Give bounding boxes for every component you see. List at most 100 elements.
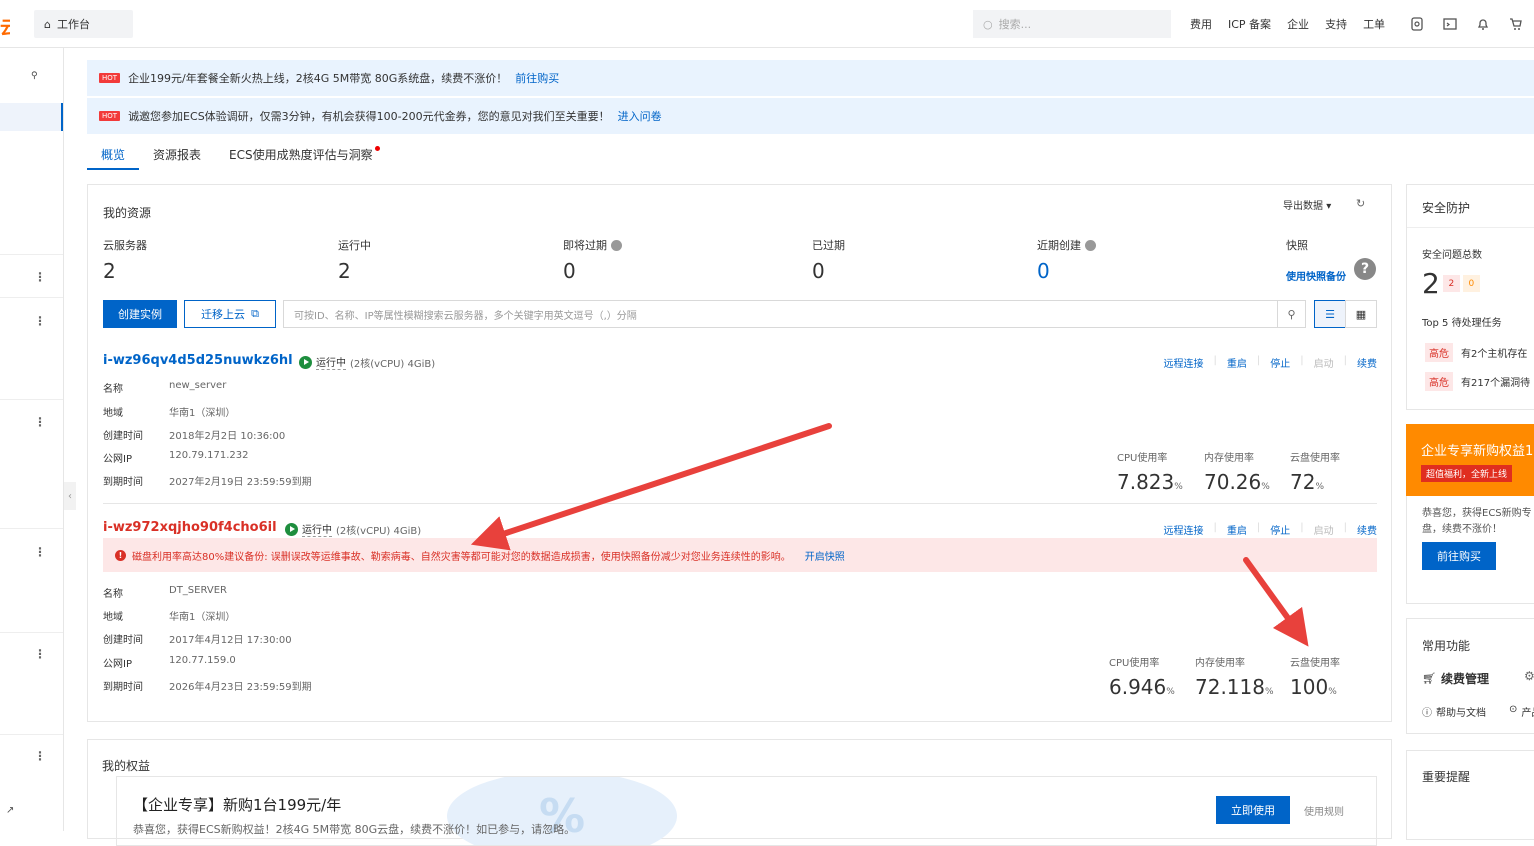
- list-view-toggle[interactable]: ☰: [1314, 300, 1346, 328]
- instance-card: i-wz96qv4d5d25nuwkz6hl 运行中 (2核(vCPU) 4Gi…: [103, 353, 1377, 494]
- common-title: 常用功能: [1422, 639, 1471, 653]
- help-docs-link[interactable]: ⓘ 帮助与文档: [1422, 704, 1486, 719]
- metric-value: 70.26: [1204, 470, 1262, 494]
- stat-expired[interactable]: 已过期 0: [812, 237, 845, 283]
- create-instance-button[interactable]: 创建实例: [103, 300, 177, 328]
- help-circle-icon[interactable]: ?: [1354, 258, 1376, 280]
- banner-link-survey[interactable]: 进入问卷: [618, 108, 662, 124]
- home-icon: ⌂: [44, 17, 51, 31]
- instance-id-link[interactable]: i-wz96qv4d5d25nuwkz6hl: [103, 353, 293, 368]
- left-sidebar: ⚲ ⋮ ⋮ ⋮ ⋮ ⋮ ⋮ ↗: [0, 48, 64, 831]
- usage-rules-link[interactable]: 使用规则: [1304, 803, 1344, 818]
- security-title: 安全防护: [1422, 201, 1471, 215]
- sidebar-search-icon[interactable]: ⚲: [31, 71, 38, 81]
- external-link-icon[interactable]: ↗: [6, 805, 14, 816]
- promo-side-desc1: 恭喜您，获得ECS新购专: [1422, 508, 1532, 519]
- stop-link[interactable]: 停止: [1270, 355, 1290, 370]
- nav-link-enterprise[interactable]: 企业: [1287, 16, 1309, 32]
- cart-icon: 🛒︎: [1422, 672, 1436, 685]
- nav-link-icp[interactable]: ICP 备案: [1228, 16, 1271, 32]
- workbench-button[interactable]: ⌂ 工作台: [34, 10, 133, 38]
- metric-value: 7.823: [1117, 470, 1175, 494]
- sidebar-more-icon[interactable]: ⋮: [34, 750, 46, 762]
- settings-icon[interactable]: ⚙: [1524, 669, 1534, 683]
- security-total[interactable]: 2 2 0: [1422, 267, 1480, 300]
- remote-connect-link[interactable]: 远程连接: [1164, 522, 1204, 537]
- tab-resource-report[interactable]: 资源报表: [139, 140, 215, 170]
- nav-link-ticket[interactable]: 工单: [1363, 16, 1385, 32]
- sidebar-divider: [0, 734, 63, 735]
- security-total-label: 安全问题总数: [1422, 250, 1482, 261]
- nav-link-support[interactable]: 支持: [1325, 16, 1347, 32]
- help-icon[interactable]: [1085, 239, 1096, 251]
- survey-banner: HOT 诚邀您参加ECS体验调研，仅需3分钟，有机会获得100-200元代金券，…: [87, 98, 1534, 134]
- stat-expiring[interactable]: 即将过期 0: [563, 237, 622, 283]
- enable-snapshot-link[interactable]: 开启快照: [805, 548, 845, 563]
- sidebar-more-icon[interactable]: ⋮: [34, 315, 46, 327]
- cart-icon[interactable]: [1507, 15, 1524, 32]
- go-buy-button[interactable]: 前往购买: [1422, 542, 1496, 570]
- metric-label: 云盘使用率: [1290, 453, 1340, 464]
- terminal-icon[interactable]: [1408, 15, 1425, 32]
- instance-filter-input[interactable]: 可按ID、名称、IP等属性模糊搜索云服务器，多个关键字用英文逗号（,）分隔: [283, 300, 1278, 328]
- field-value: 2018年2月2日 10:36:00: [169, 431, 286, 442]
- instance-id-link[interactable]: i-wz972xqjho90f4cho6il: [103, 520, 277, 535]
- nav-link-billing[interactable]: 费用: [1190, 16, 1212, 32]
- restart-link[interactable]: 重启: [1227, 355, 1247, 370]
- renew-link[interactable]: 续费: [1357, 355, 1377, 370]
- task-text: 有2个主机存在: [1461, 349, 1528, 360]
- field-key: 地域: [103, 612, 123, 623]
- task-row[interactable]: 高危 有217个漏洞待: [1425, 372, 1530, 391]
- remote-connect-link[interactable]: 远程连接: [1164, 355, 1204, 370]
- stat-servers[interactable]: 云服务器 2: [103, 237, 147, 283]
- promo-side-sub: 超值福利，全新上线: [1421, 465, 1513, 482]
- field-key: 公网IP: [103, 454, 132, 465]
- sidebar-more-icon[interactable]: ⋮: [34, 271, 46, 283]
- sidebar-more-icon[interactable]: ⋮: [34, 648, 46, 660]
- renew-management-link[interactable]: 🛒︎ 续费管理: [1422, 670, 1489, 687]
- sidebar-more-icon[interactable]: ⋮: [34, 546, 46, 558]
- filter-placeholder: 可按ID、名称、IP等属性模糊搜索云服务器，多个关键字用英文逗号（,）分隔: [294, 310, 637, 322]
- sidebar-collapse-toggle[interactable]: ‹: [64, 482, 76, 510]
- grid-view-toggle[interactable]: ▦: [1345, 300, 1377, 328]
- help-icon[interactable]: [611, 239, 622, 251]
- migrate-button[interactable]: 迁移上云 ⧉: [184, 300, 276, 328]
- instance-actions: 远程连接 | 重启 | 停止 | 启动 | 续费: [1163, 522, 1378, 537]
- bell-icon[interactable]: [1474, 15, 1491, 32]
- status-text: 运行中: [316, 354, 346, 370]
- export-dropdown[interactable]: 导出数据 ▾: [1283, 197, 1331, 212]
- banner-text: 诚邀您参加ECS体验调研，仅需3分钟，有机会获得100-200元代金券，您的意见…: [128, 110, 610, 123]
- stat-running[interactable]: 运行中 2: [338, 237, 371, 283]
- top-nav-links: 费用 ICP 备案 企业 支持 工单: [1190, 16, 1385, 32]
- stat-snapshot: 快照 使用快照备份: [1286, 237, 1346, 283]
- medium-risk-badge: 0: [1462, 275, 1480, 292]
- promo-side-body: 恭喜您，获得ECS新购专 盘，续费不涨价！ 前往购买: [1406, 496, 1534, 604]
- memory-usage: 内存使用率 70.26%: [1204, 449, 1270, 494]
- stat-recent[interactable]: 近期创建 0: [1037, 237, 1096, 283]
- cpu-usage: CPU使用率 7.823%: [1117, 449, 1183, 494]
- sidebar-selected-item[interactable]: [0, 103, 63, 131]
- console-icon[interactable]: [1441, 15, 1458, 32]
- brand-logo[interactable]: 云: [0, 14, 10, 40]
- banner-link-buy[interactable]: 前往购买: [515, 70, 559, 86]
- export-label: 导出数据: [1283, 201, 1323, 212]
- restart-link[interactable]: 重启: [1227, 522, 1247, 537]
- task-row[interactable]: 高危 有2个主机存在: [1425, 343, 1527, 362]
- use-now-button[interactable]: 立即使用: [1216, 796, 1290, 824]
- refresh-icon[interactable]: ↻: [1356, 197, 1365, 210]
- tab-maturity[interactable]: ECS使用成熟度评估与洞察: [215, 140, 394, 170]
- renew-link[interactable]: 续费: [1357, 522, 1377, 537]
- external-link-icon: ⧉: [251, 307, 259, 320]
- enterprise-promo-card[interactable]: 企业专享新购权益19 超值福利，全新上线: [1406, 424, 1534, 496]
- field-row: 到期时间 2026年4月23日 23:59:59到期: [103, 678, 312, 693]
- sidebar-more-icon[interactable]: ⋮: [34, 416, 46, 428]
- stop-link[interactable]: 停止: [1270, 522, 1290, 537]
- snapshot-backup-link[interactable]: 使用快照备份: [1286, 268, 1346, 283]
- product-link[interactable]: ⊙产品: [1509, 704, 1534, 719]
- promo-banner: HOT 企业199元/年套餐全新火热上线，2核4G 5M带宽 80G系统盘，续费…: [87, 60, 1534, 96]
- global-search-input[interactable]: ○ 搜索...: [973, 10, 1171, 38]
- field-key: 到期时间: [103, 477, 143, 488]
- product-label: 产品: [1521, 708, 1534, 719]
- tab-overview[interactable]: 概览: [87, 140, 140, 170]
- filter-search-icon[interactable]: ⚲: [1277, 300, 1306, 328]
